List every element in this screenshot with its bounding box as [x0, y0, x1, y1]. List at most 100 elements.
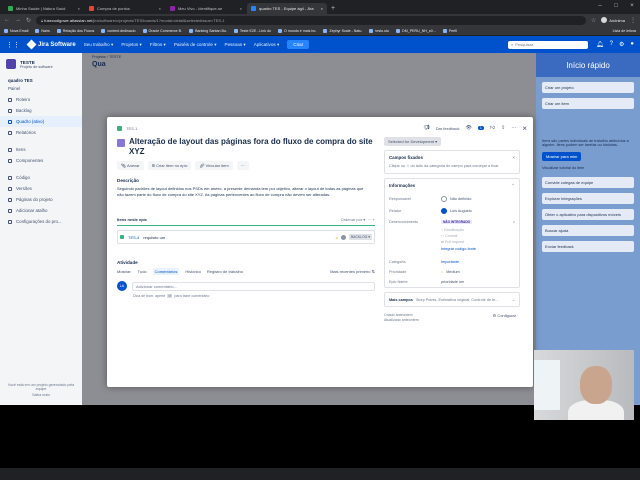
create-button[interactable]: Criar [287, 40, 310, 49]
sidebar-item-settings[interactable]: Configurações do pro... [0, 216, 82, 227]
quickstart-create-item[interactable]: Criar um item [542, 98, 634, 109]
close-window-icon[interactable]: × [624, 0, 640, 12]
integrate-code-link[interactable]: Integrar código-fonte [385, 245, 519, 253]
tab-worklog[interactable]: Registro de trabalho [207, 269, 243, 274]
bookmark-item[interactable]: content.dedinacio [101, 28, 136, 33]
nav-apps[interactable]: Aplicativos ▾ [254, 42, 280, 48]
children-sort[interactable]: Ordenar por ▾ [341, 217, 366, 222]
bookmark-item[interactable]: testo.utu [369, 28, 389, 33]
bookmark-item[interactable]: DM_PERU_NH_s0... [396, 28, 436, 33]
project-header[interactable]: TESTE Projeto de software [0, 59, 82, 75]
sidebar-item-issues[interactable]: Itens [0, 144, 82, 155]
sidebar-item-releases[interactable]: Versões [0, 183, 82, 194]
nav-people[interactable]: Pessoas ▾ [225, 42, 246, 48]
jira-logo[interactable]: Jira Software [26, 39, 76, 50]
bookmark-item[interactable]: Teste E2E - Link do [233, 28, 271, 33]
tutorial-link[interactable]: Visualizar tutorial do item [536, 164, 640, 172]
attach-button[interactable]: 📎︎ Anexar [117, 161, 144, 170]
more-icon[interactable]: ··· [511, 125, 516, 131]
browser-tab[interactable]: Compra de pontos × [85, 3, 165, 14]
quickstart-mobile[interactable]: Obter o aplicativo para dispositivos móv… [542, 209, 634, 220]
sidebar-item-backlog[interactable]: Backlog [0, 105, 82, 116]
child-status[interactable]: BACKLOG ▾ [348, 234, 372, 241]
create-in-epic-button[interactable]: ⊞ Criar item no epic [147, 161, 192, 170]
share-icon[interactable]: ⇪ [501, 125, 505, 131]
sidebar-item-reports[interactable]: Relatórios [0, 127, 82, 138]
quickstart-invite[interactable]: Convide colegas de equipe [542, 177, 634, 188]
close-tab-icon[interactable]: × [78, 6, 80, 11]
url-field[interactable]: 🔒︎ fusecodigowe.atlassian.net /jira/soft… [36, 15, 586, 25]
child-key[interactable]: TES-4 [128, 235, 139, 240]
field-assignee[interactable]: Responsável Não definido [385, 193, 519, 205]
nav-your-work[interactable]: Seu trabalho ▾ [84, 42, 114, 48]
sidebar-board[interactable]: quadro TES [0, 75, 82, 86]
nav-projects[interactable]: Projetos ▾ [121, 42, 141, 48]
tab-comments[interactable]: Comentários [152, 268, 180, 276]
activity-sort[interactable]: Mais recentes primeiro ⇅ [330, 269, 375, 274]
tab-all[interactable]: Tudo [138, 269, 147, 274]
sidebar-item-board[interactable]: Quadro (ativo) [0, 116, 82, 127]
nav-dashboards[interactable]: Painéis de controle ▾ [174, 42, 217, 48]
field-epic-name[interactable]: Epic Name prioridade um [385, 277, 519, 287]
more-actions-button[interactable]: ··· [236, 161, 249, 170]
thumbs-up-icon[interactable]: 👍︎ [490, 125, 495, 131]
maximize-icon[interactable]: □ [608, 0, 624, 12]
eye-icon[interactable]: 👁︎ [466, 125, 472, 131]
quickstart-integrations[interactable]: Explorar Integrações [542, 193, 634, 204]
close-icon[interactable]: × [513, 220, 515, 224]
sidebar-item-code[interactable]: Código [0, 172, 82, 183]
child-issue-row[interactable]: TES-4 requisito um = BACKLOG ▾ [117, 230, 375, 245]
browser-tab[interactable]: Minha Saúde | Nátura Saúd × [4, 3, 84, 14]
settings-icon[interactable]: ⚙ [619, 41, 624, 48]
sidebar-item-roadmap[interactable]: Roteiro [0, 94, 82, 105]
new-tab-icon[interactable]: + [331, 3, 335, 14]
learn-more-link[interactable]: Saiba mais [6, 393, 76, 397]
nav-filters[interactable]: Filtros ▾ [150, 42, 166, 48]
more-fields-box[interactable]: Mais campos Story Points, Estimativa orig… [384, 292, 520, 307]
add-child-icon[interactable]: + [373, 217, 375, 222]
bookmark-item[interactable]: Zephyr Scale - Natu. [323, 28, 362, 33]
reload-icon[interactable]: ↻ [26, 17, 31, 24]
app-switcher-icon[interactable]: ⋮⋮ [6, 41, 20, 49]
close-tab-icon[interactable]: × [159, 6, 161, 11]
issue-key[interactable]: TES-1 [126, 126, 137, 131]
chevron-up-icon[interactable]: ⌃ [511, 183, 515, 189]
quickstart-feedback[interactable]: Enviar feedback [542, 241, 634, 252]
bookmark-item[interactable]: Nova Email [4, 28, 28, 33]
breadcrumb[interactable]: Projetos / TESTE [92, 55, 121, 59]
browser-tab-active[interactable]: quadro TES - Equipe ágil - Jira × [247, 3, 327, 14]
star-icon[interactable]: ☆ [591, 17, 596, 24]
reading-list[interactable]: Lista de leitura [613, 29, 636, 33]
close-tab-icon[interactable]: × [321, 6, 323, 11]
close-icon[interactable]: × [512, 155, 515, 160]
field-priority[interactable]: Prioridade = Medium [385, 267, 519, 277]
quickstart-create-project[interactable]: Criar um projeto [542, 82, 634, 93]
bookmark-item[interactable]: Oracle Commerce B. [142, 28, 182, 33]
sidebar-item-add-shortcut[interactable]: Adicionar atalho [0, 205, 82, 216]
children-more-icon[interactable]: ··· [368, 217, 372, 222]
bookmark-item[interactable]: Relação dos Fluxos [56, 28, 94, 33]
field-category[interactable]: Categoria Importante [385, 257, 519, 267]
back-icon[interactable]: ← [4, 17, 10, 23]
configure-button[interactable]: ⚙ Configurar [493, 313, 516, 318]
show-me-button[interactable]: Mostrar para mim [542, 152, 582, 161]
quickstart-help[interactable]: Buscar ajuda [542, 225, 634, 236]
bookmark-item[interactable]: Perfil [442, 28, 457, 33]
description-text[interactable]: Seguindo padrões de layout definidos nos… [117, 186, 367, 197]
link-issue-button[interactable]: 🔗︎ Vincular item [195, 161, 233, 170]
help-icon[interactable]: ? [610, 41, 613, 48]
minimize-icon[interactable]: – [592, 0, 608, 12]
bookmark-item[interactable]: Banking Santan Bu. [189, 28, 227, 33]
bookmark-item[interactable]: Nairs [35, 28, 50, 33]
menu-icon[interactable]: ⋮ [630, 17, 636, 24]
close-tab-icon[interactable]: × [240, 6, 242, 11]
browser-tab[interactable]: Meu Vivo - Identifique-se × [166, 3, 246, 14]
notifications-icon[interactable]: 🔔︎ [596, 41, 604, 48]
field-reporter[interactable]: Relator Luis Augusto [385, 205, 519, 217]
close-icon[interactable]: × [522, 124, 527, 133]
forward-icon[interactable]: → [15, 17, 21, 23]
user-avatar-icon[interactable]: ● [630, 41, 634, 48]
comment-input[interactable]: Adicionar comentário... [132, 281, 375, 291]
sidebar-item-pages[interactable]: Páginas do projeto [0, 194, 82, 205]
status-button[interactable]: Selected for Development ▾ [384, 137, 442, 146]
